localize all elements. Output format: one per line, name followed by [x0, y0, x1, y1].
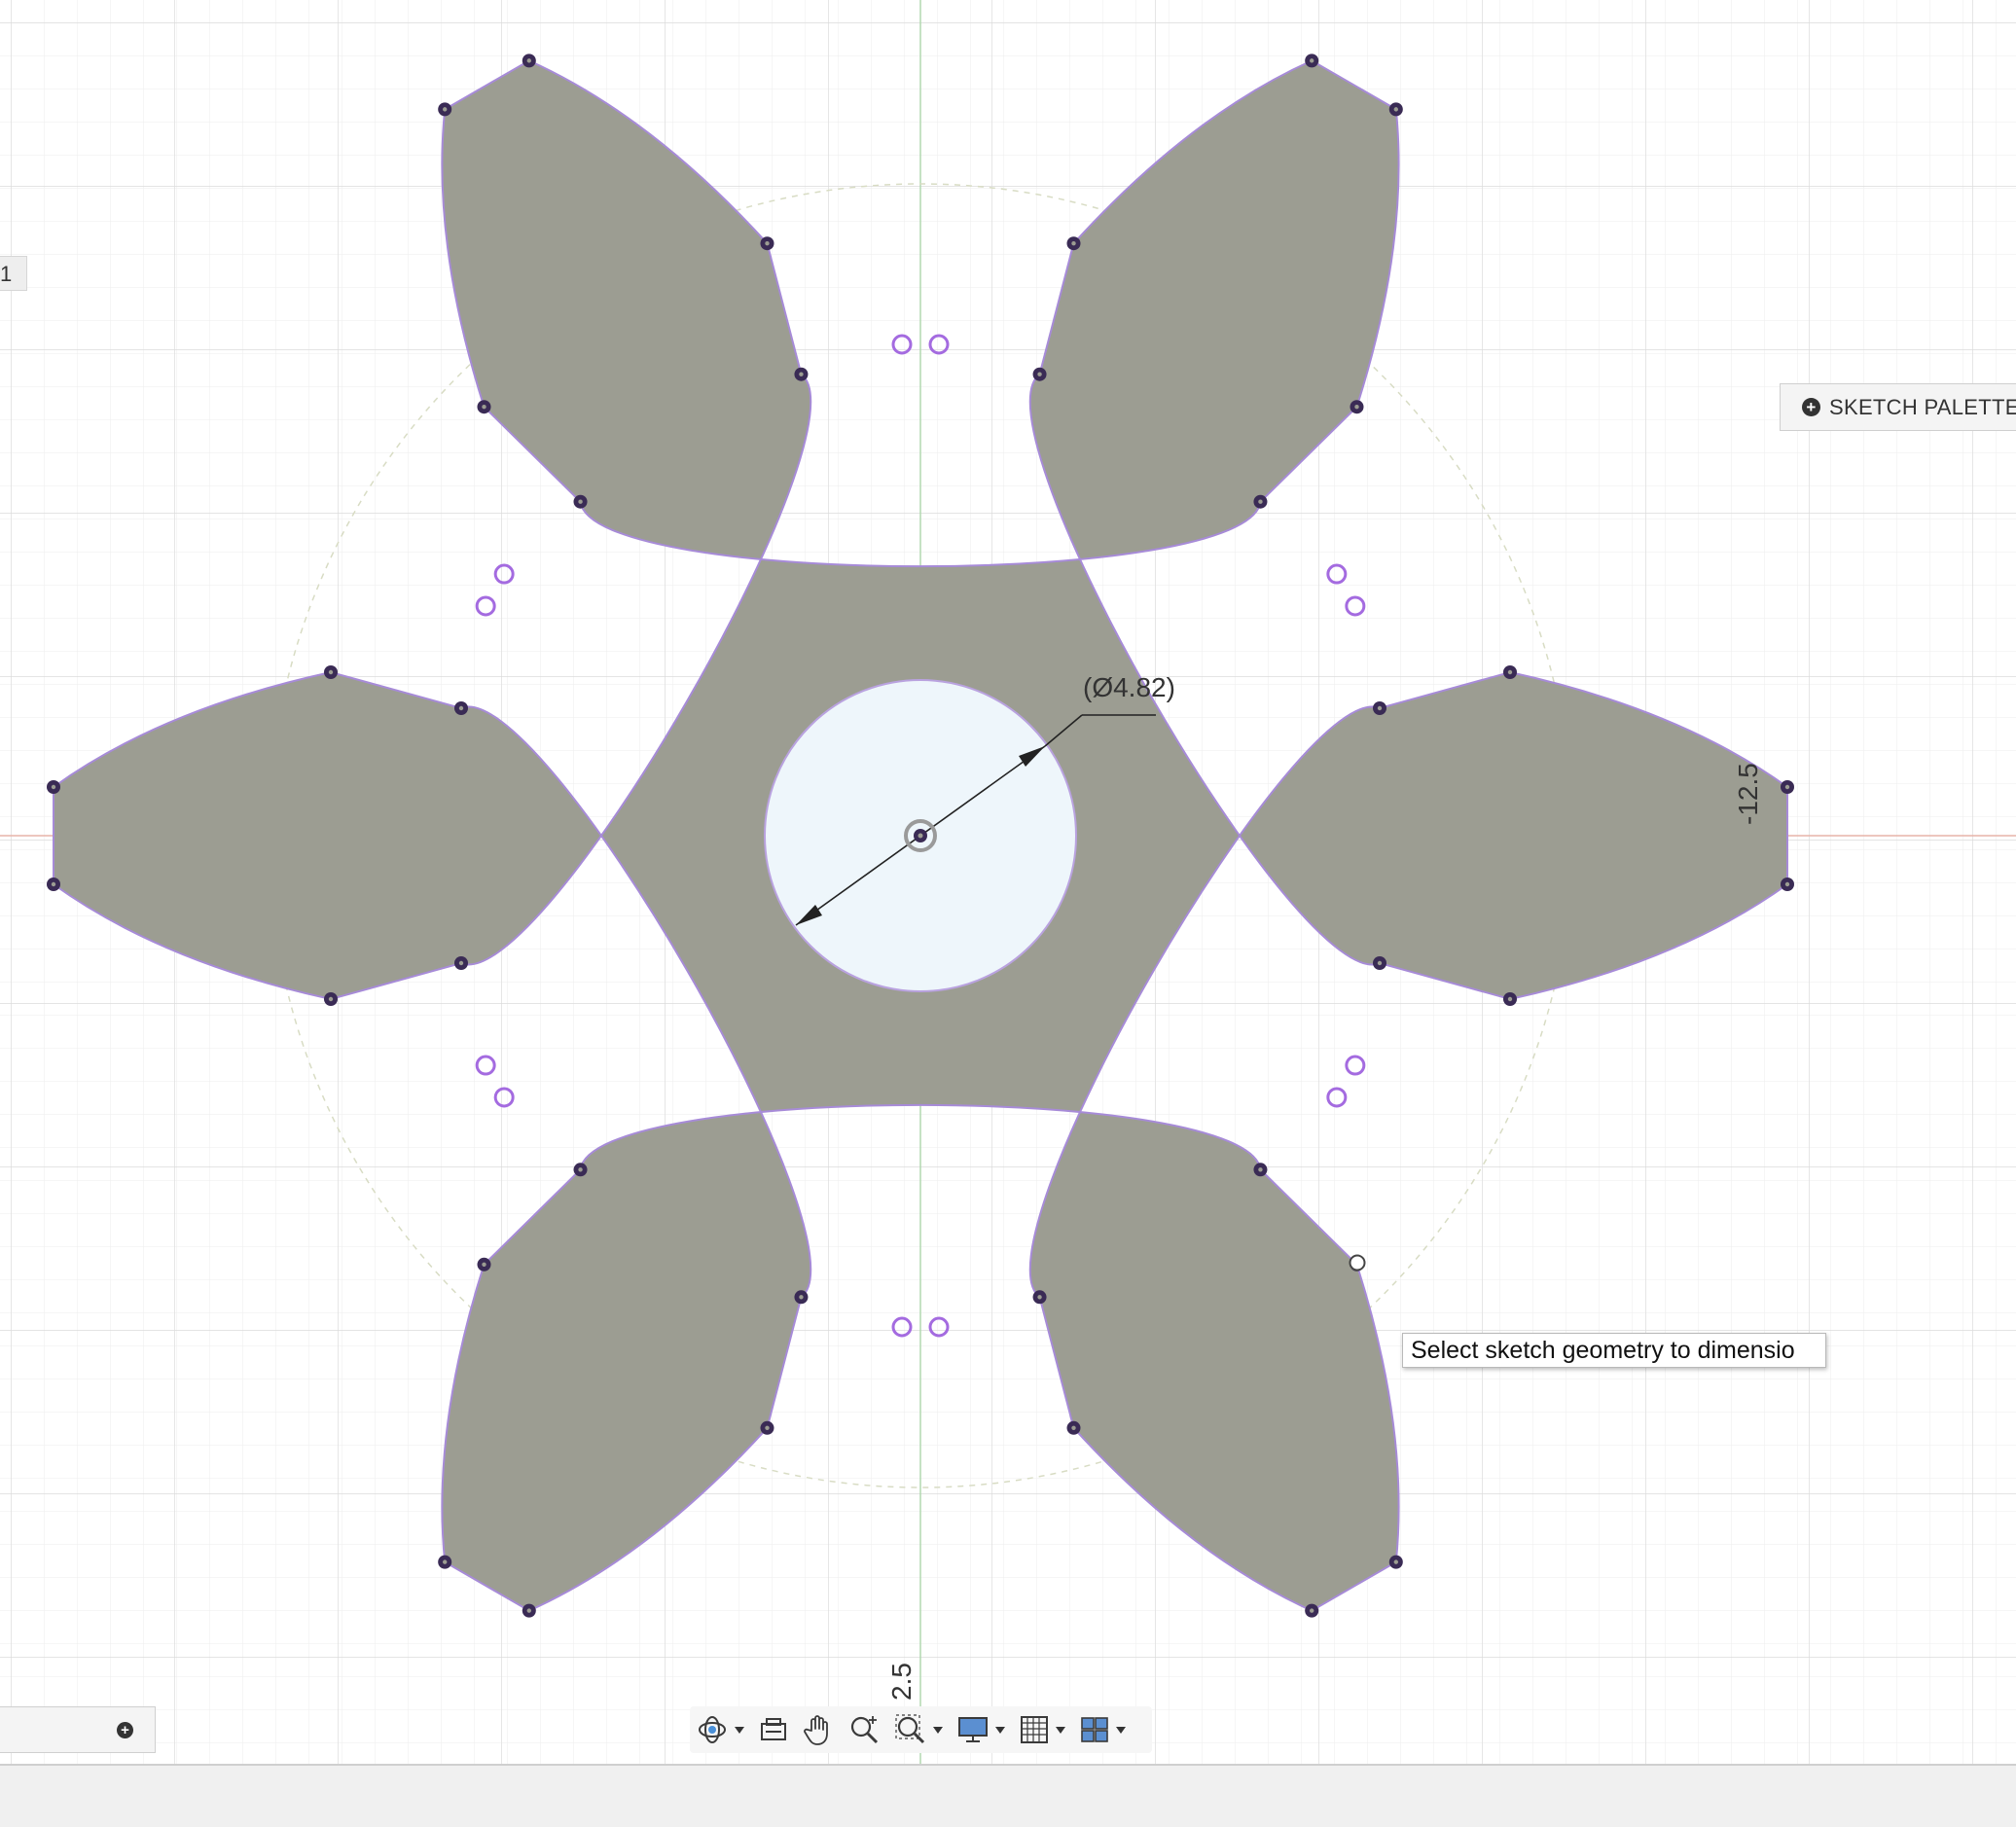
sketch-point-center [51, 881, 56, 887]
sketch-point-center [1393, 107, 1399, 112]
sketch-point-center [458, 960, 464, 966]
sketch-point-center [1071, 1425, 1076, 1431]
sketch-point-center [1258, 499, 1263, 504]
plus-icon: + [1802, 398, 1820, 416]
hover-point[interactable] [1349, 1254, 1366, 1272]
sketch-point-center [1784, 881, 1790, 887]
sketch-point-center [1784, 784, 1790, 790]
sketch-point-center [1354, 404, 1359, 410]
bottom-dimension-label: 2.5 [886, 1663, 917, 1701]
viewports-icon [1081, 1717, 1108, 1742]
chevron-down-icon[interactable] [735, 1726, 744, 1734]
sketch-point-center [799, 1295, 804, 1300]
pan-tool[interactable] [803, 1710, 834, 1749]
chevron-down-icon[interactable] [1056, 1726, 1065, 1734]
sketch-point-center [1037, 1295, 1042, 1300]
look-at-icon [761, 1718, 786, 1740]
sketch-point-center [765, 1425, 770, 1431]
sketch-point-center [578, 499, 583, 504]
dimension-tooltip: Select sketch geometry to dimensio [1402, 1333, 1826, 1368]
sketch-point-center [442, 1559, 448, 1564]
sketch-palette-label: SKETCH PALETTE [1829, 394, 2016, 419]
look-at-tool[interactable] [758, 1710, 789, 1749]
sketch-point-center [1037, 372, 1042, 376]
orbit-icon [699, 1716, 726, 1743]
zoom-window-tool[interactable] [894, 1710, 943, 1749]
sketch-point-center [1507, 996, 1513, 1002]
right-dimension-label: -12.5 [1733, 763, 1763, 825]
left-panel-tab[interactable]: 1 [0, 256, 27, 291]
sketch-point-center [1309, 1608, 1314, 1613]
sketch-point-center [765, 240, 770, 246]
zoom-icon [850, 1716, 879, 1744]
sketch-point-center [442, 107, 448, 112]
chevron-down-icon[interactable] [995, 1726, 1005, 1734]
orbit-tool[interactable] [696, 1710, 744, 1749]
bottom-status-strip [0, 1764, 2016, 1827]
zoom-tool[interactable] [847, 1710, 881, 1749]
grid-settings-tool[interactable] [1019, 1710, 1065, 1749]
sketch-point-center [328, 669, 334, 675]
display-settings-tool[interactable] [956, 1710, 1005, 1749]
expand-plus-icon[interactable]: + [117, 1722, 133, 1738]
sketch-point-center [526, 58, 532, 63]
grid-settings-icon [1021, 1716, 1048, 1743]
sketch-point-center [328, 996, 334, 1002]
sketch-point-center [482, 404, 486, 410]
zoom-window-icon [895, 1714, 925, 1744]
sketch-view[interactable]: (Ø4.82) -12.5 2.5 [0, 0, 2016, 1825]
sketch-point-center [1393, 1559, 1399, 1564]
sketch-palette-button[interactable]: + SKETCH PALETTE [1780, 383, 2016, 431]
sketch-point-center [1309, 58, 1314, 63]
sketch-point-center [482, 1262, 486, 1268]
sketch-point-center [526, 1608, 532, 1613]
viewports-tool[interactable] [1079, 1710, 1126, 1749]
sketch-point-center [1071, 240, 1076, 246]
sketch-point-center [578, 1167, 583, 1172]
sketch-point-center [1377, 705, 1383, 711]
navigation-toolbar [690, 1706, 1152, 1753]
chevron-down-icon[interactable] [1116, 1726, 1126, 1734]
diameter-dimension-label: (Ø4.82) [1083, 672, 1175, 702]
pan-icon [804, 1715, 828, 1745]
sketch-point-center [1507, 669, 1513, 675]
sketch-canvas[interactable]: (Ø4.82) -12.5 2.5 [0, 0, 2016, 1825]
sketch-point-center [799, 372, 804, 376]
display-settings-icon [958, 1717, 988, 1742]
chevron-down-icon[interactable] [933, 1726, 943, 1734]
sketch-point-center [458, 705, 464, 711]
sketch-point-center [1377, 960, 1383, 966]
left-panel-tab-label: 1 [0, 262, 13, 286]
sketch-point-center [51, 784, 56, 790]
browser-panel-collapsed: + [0, 1706, 156, 1753]
sketch-point-center [1258, 1167, 1263, 1172]
